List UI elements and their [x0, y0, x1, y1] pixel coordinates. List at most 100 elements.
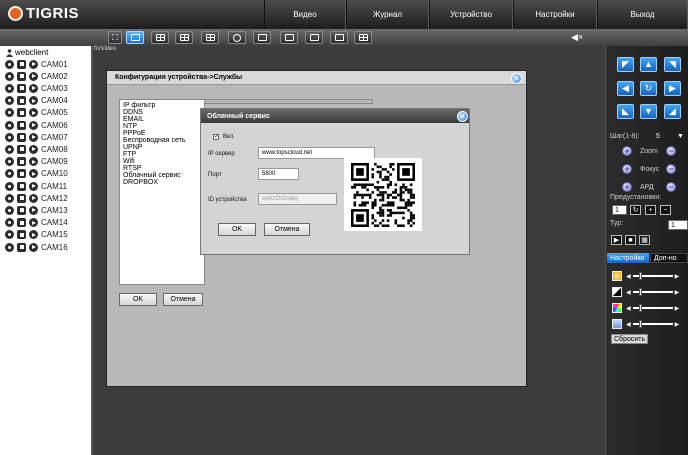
- play-icon[interactable]: [29, 83, 38, 93]
- stop-icon[interactable]: [17, 193, 26, 203]
- ptz-right-button[interactable]: ▶: [664, 81, 681, 96]
- layout-4-button[interactable]: [151, 31, 169, 44]
- record-icon[interactable]: [5, 108, 14, 118]
- layout-1-button[interactable]: [126, 31, 144, 44]
- stop-icon[interactable]: [17, 120, 26, 130]
- nav-exit[interactable]: Выход: [597, 0, 688, 29]
- layout-16-button[interactable]: [201, 31, 219, 44]
- zoom-button[interactable]: [228, 31, 246, 44]
- play-icon[interactable]: [29, 169, 38, 179]
- device-tree-root[interactable]: webclient: [6, 48, 48, 57]
- record-icon[interactable]: [5, 218, 14, 228]
- stop-icon[interactable]: [17, 218, 26, 228]
- service-item[interactable]: UPNP: [123, 144, 201, 151]
- stop-icon[interactable]: [17, 181, 26, 191]
- focus-out-button[interactable]: −: [666, 164, 676, 174]
- service-item[interactable]: Беспроводная сеть: [123, 137, 201, 144]
- play-icon[interactable]: [29, 205, 38, 215]
- service-item[interactable]: Wifi: [123, 158, 201, 165]
- play-icon[interactable]: [29, 96, 38, 106]
- stop-icon[interactable]: [17, 96, 26, 106]
- camera-item[interactable]: CAM11: [5, 180, 67, 192]
- camera-item[interactable]: CAM07: [5, 131, 68, 143]
- ptz-up-button[interactable]: ▲: [640, 57, 657, 72]
- play-icon[interactable]: [29, 120, 38, 130]
- cloud-close-icon[interactable]: ×: [457, 111, 468, 122]
- iris-out-button[interactable]: −: [666, 182, 676, 192]
- zoom-out-button[interactable]: −: [666, 146, 676, 156]
- camera-item[interactable]: CAM05: [5, 107, 68, 119]
- preset-add-icon[interactable]: +: [645, 205, 656, 215]
- stop-icon[interactable]: [17, 230, 26, 240]
- layout-9-button[interactable]: [175, 31, 193, 44]
- ptz-left-button[interactable]: ◀: [617, 81, 634, 96]
- record-icon[interactable]: [5, 96, 14, 106]
- ptz-up-right-button[interactable]: ◥: [664, 57, 681, 72]
- step-select[interactable]: 5: [656, 133, 660, 140]
- stop-icon[interactable]: [17, 59, 26, 69]
- record-icon[interactable]: [5, 193, 14, 203]
- tour-play-icon[interactable]: ▶: [611, 235, 622, 245]
- service-item[interactable]: DDNS: [123, 109, 201, 116]
- camera-item[interactable]: CAM06: [5, 119, 68, 131]
- snapshot-button[interactable]: [305, 31, 323, 44]
- stop-icon[interactable]: [17, 71, 26, 81]
- play-icon[interactable]: [29, 218, 38, 228]
- split-button[interactable]: [354, 31, 372, 44]
- camera-item[interactable]: CAM16: [5, 241, 68, 253]
- nav-video[interactable]: Видео: [264, 0, 346, 29]
- service-item[interactable]: NTP: [123, 123, 201, 130]
- brightness-slider[interactable]: ◀ ▶: [612, 271, 681, 281]
- service-item[interactable]: RTSP: [123, 165, 201, 172]
- service-item[interactable]: PPPoE: [123, 130, 201, 137]
- zoom-in-button[interactable]: +: [622, 146, 632, 156]
- camera-item[interactable]: CAM15: [5, 229, 68, 241]
- play-icon[interactable]: [29, 242, 38, 252]
- nav-device[interactable]: Устройство: [429, 0, 513, 29]
- service-item[interactable]: DROPBOX: [123, 179, 201, 186]
- service-item[interactable]: EMAIL: [123, 116, 201, 123]
- play-button[interactable]: [253, 31, 271, 44]
- tab-settings[interactable]: Настройки: [607, 253, 649, 263]
- ptz-up-left-button[interactable]: ◤: [617, 57, 634, 72]
- stop-icon[interactable]: [17, 144, 26, 154]
- play-icon[interactable]: [29, 157, 38, 167]
- camera-item[interactable]: CAM12: [5, 192, 68, 204]
- camera-item[interactable]: CAM08: [5, 143, 68, 155]
- record-icon[interactable]: [5, 83, 14, 93]
- record-icon[interactable]: [5, 71, 14, 81]
- record-icon[interactable]: [5, 205, 14, 215]
- play-icon[interactable]: [29, 181, 38, 191]
- service-item[interactable]: IP фильтр: [123, 102, 201, 109]
- record-icon[interactable]: [5, 242, 14, 252]
- focus-in-button[interactable]: +: [622, 164, 632, 174]
- iris-in-button[interactable]: +: [622, 182, 632, 192]
- record-icon[interactable]: [5, 144, 14, 154]
- playback-button[interactable]: [330, 31, 348, 44]
- tab-extra[interactable]: Доп-но: [650, 253, 688, 263]
- record-button[interactable]: [280, 31, 298, 44]
- port-field[interactable]: 5800: [258, 168, 299, 180]
- play-icon[interactable]: [29, 144, 38, 154]
- preset-goto-icon[interactable]: ↻: [630, 205, 641, 215]
- reset-button[interactable]: Сбросить: [611, 334, 649, 344]
- play-icon[interactable]: [29, 59, 38, 69]
- service-item[interactable]: FTP: [123, 151, 201, 158]
- ptz-down-right-button[interactable]: ◢: [664, 104, 681, 119]
- camera-item[interactable]: CAM13: [5, 204, 68, 216]
- service-item[interactable]: Облачный сервис: [123, 172, 201, 179]
- stop-icon[interactable]: [17, 242, 26, 252]
- camera-item[interactable]: CAM03: [5, 82, 68, 94]
- play-icon[interactable]: [29, 230, 38, 240]
- nav-journal[interactable]: Журнал: [346, 0, 429, 29]
- nav-settings[interactable]: Настройки: [513, 0, 597, 29]
- record-icon[interactable]: [5, 132, 14, 142]
- record-icon[interactable]: [5, 181, 14, 191]
- stop-icon[interactable]: [17, 169, 26, 179]
- play-icon[interactable]: [29, 71, 38, 81]
- record-icon[interactable]: [5, 157, 14, 167]
- ptz-auto-button[interactable]: ↻: [640, 81, 657, 96]
- stop-icon[interactable]: [17, 205, 26, 215]
- camera-item[interactable]: CAM09: [5, 156, 68, 168]
- cloud-ok-button[interactable]: OK: [218, 223, 256, 236]
